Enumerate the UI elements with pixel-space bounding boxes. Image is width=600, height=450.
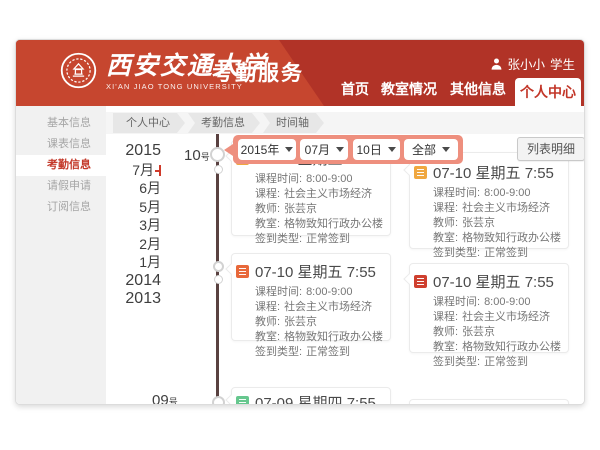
timeline-node-day10-large xyxy=(210,147,225,162)
page: 西安交通大学 XI'AN JIAO TONG UNIVERSITY 考勤服务 张… xyxy=(0,0,600,450)
card-detail-line: 签到类型:正常签到 xyxy=(255,232,382,247)
card-detail-line: 课程时间:8:00-9:00 xyxy=(433,295,560,310)
current-month-marker xyxy=(154,165,161,176)
breadcrumb-timeline[interactable]: 时间轴 xyxy=(263,113,324,133)
attendance-status-icon xyxy=(236,265,249,278)
card-date-title: 07-09 星期四 7:55 xyxy=(255,392,376,405)
timeline-month-5[interactable]: 5月 xyxy=(86,198,161,217)
chevron-down-icon xyxy=(442,147,450,156)
card-date-title: 07-10 星期五 7:55 xyxy=(255,261,376,282)
day-select[interactable]: 10日 xyxy=(353,139,400,160)
card-detail-line: 课程:社会主义市场经济 xyxy=(255,300,382,315)
app-window: 西安交通大学 XI'AN JIAO TONG UNIVERSITY 考勤服务 张… xyxy=(15,39,585,405)
card-details: 课程时间:8:00-9:00课程:社会主义市场经济教师:张芸京教室:格物致知行政… xyxy=(255,285,382,360)
service-title: 考勤服务 xyxy=(212,57,304,87)
card-header: 07-10 星期五 7:55 xyxy=(414,162,560,183)
type-select[interactable]: 全部 xyxy=(404,139,458,160)
breadcrumb: 个人中心 考勤信息 时间轴 xyxy=(106,112,585,134)
breadcrumb-personal-center[interactable]: 个人中心 xyxy=(113,113,185,133)
timeline-month-6[interactable]: 6月 xyxy=(86,179,161,198)
timeline-day-label-09: 09号 xyxy=(152,392,178,405)
chevron-down-icon xyxy=(285,147,293,156)
card-detail-line: 教师:张芸京 xyxy=(255,315,382,330)
card-detail-line: 教师:张芸京 xyxy=(255,202,382,217)
card-header: 07-10 星期五 7:55 xyxy=(236,261,382,282)
card-details: 课程时间:8:00-9:00课程:社会主义市场经济教师:张芸京教室:格物致知行政… xyxy=(433,186,560,261)
sidebar-item-basic-info[interactable]: 基本信息 xyxy=(16,113,106,134)
card-detail-line: 课程时间:8:00-9:00 xyxy=(255,172,382,187)
university-seal-icon xyxy=(60,52,97,89)
attendance-card[interactable]: 07-10 星期五 7:55 课程时间:8:00-9:00课程:社会主义市场经济… xyxy=(409,263,569,353)
timeline-year-2015[interactable]: 2015 xyxy=(86,142,161,161)
card-detail-line: 教室:格物致知行政办公楼 xyxy=(433,340,560,355)
breadcrumb-attendance-info[interactable]: 考勤信息 xyxy=(188,113,260,133)
card-detail-line: 教师:张芸京 xyxy=(433,325,560,340)
timeline-node-mid-large xyxy=(213,261,224,272)
card-date-title: 07-10 星期五 7:55 xyxy=(433,271,554,292)
timeline-month-2[interactable]: 2月 xyxy=(86,235,161,254)
card-detail-line: 教师:张芸京 xyxy=(433,216,560,231)
card-detail-line: 教室:格物致知行政办公楼 xyxy=(255,217,382,232)
card-notch xyxy=(225,394,236,405)
card-detail-line: 教室:格物致知行政办公楼 xyxy=(433,231,560,246)
card-notch xyxy=(225,263,236,274)
card-detail-line: 课程时间:8:00-9:00 xyxy=(433,186,560,201)
attendance-status-icon xyxy=(236,396,249,405)
nav-tab-personal-center[interactable]: 个人中心 xyxy=(515,78,581,106)
card-detail-line: 签到类型:正常签到 xyxy=(433,355,560,370)
attendance-status-icon xyxy=(414,166,427,179)
timeline-node-day10-small xyxy=(214,165,223,174)
user-name: 张小小 xyxy=(507,54,545,73)
month-select[interactable]: 07月 xyxy=(300,139,348,160)
timeline-year-2013[interactable]: 2013 xyxy=(86,290,161,309)
timeline-date-nav: 2015 7月 6月 5月 3月 2月 1月 2014 2013 xyxy=(86,142,161,309)
timeline-month-3[interactable]: 3月 xyxy=(86,216,161,235)
chevron-down-icon xyxy=(388,147,396,156)
card-detail-line: 签到类型:正常签到 xyxy=(255,345,382,360)
list-detail-button[interactable]: 列表明细 xyxy=(517,137,585,161)
timeline-month-7[interactable]: 7月 xyxy=(86,161,161,180)
chevron-down-icon xyxy=(336,147,344,156)
nav-item-other[interactable]: 其他信息 xyxy=(448,79,508,99)
card-details: 课程时间:8:00-9:00课程:社会主义市场经济教师:张芸京教室:格物致知行政… xyxy=(433,295,560,370)
nav-item-classroom[interactable]: 教室情况 xyxy=(379,79,439,99)
card-notch xyxy=(403,273,414,284)
user-role: 学生 xyxy=(550,54,575,73)
card-detail-line: 课程时间:8:00-9:00 xyxy=(255,285,382,300)
filter-pointer-arrow xyxy=(224,144,233,156)
timeline-node-day09 xyxy=(212,396,225,405)
timeline-month-1[interactable]: 1月 xyxy=(86,253,161,272)
attendance-card-partial[interactable] xyxy=(409,399,569,405)
timeline-year-2014[interactable]: 2014 xyxy=(86,272,161,291)
card-details: 课程时间:8:00-9:00课程:社会主义市场经济教师:张芸京教室:格物致知行政… xyxy=(255,172,382,247)
date-filter-bar: 2015年 07月 10日 全部 xyxy=(233,135,463,164)
card-notch xyxy=(403,164,414,175)
attendance-card[interactable]: 07-09 星期四 7:55 xyxy=(231,387,391,405)
card-detail-line: 签到类型:正常签到 xyxy=(433,246,560,261)
content-area: 基本信息 课表信息 考勤信息 请假申请 订阅信息 个人中心 考勤信息 时间轴 2… xyxy=(16,106,585,405)
card-detail-line: 课程:社会主义市场经济 xyxy=(433,310,560,325)
card-detail-line: 教室:格物致知行政办公楼 xyxy=(255,330,382,345)
timeline-node-mid-small xyxy=(214,275,223,284)
card-detail-line: 课程:社会主义市场经济 xyxy=(433,201,560,216)
year-select[interactable]: 2015年 xyxy=(238,139,296,160)
card-header: 07-09 星期四 7:55 xyxy=(236,392,382,405)
card-header: 07-10 星期五 7:55 xyxy=(414,271,560,292)
user-icon xyxy=(491,58,502,70)
card-date-title: 07-10 星期五 7:55 xyxy=(433,162,554,183)
timeline-day-label-10: 10号 xyxy=(184,147,210,164)
nav-item-home[interactable]: 首页 xyxy=(338,79,372,99)
attendance-card[interactable]: 07-10 星期五 7:55 课程时间:8:00-9:00课程:社会主义市场经济… xyxy=(231,253,391,341)
attendance-status-icon xyxy=(414,275,427,288)
user-info[interactable]: 张小小 学生 xyxy=(491,54,575,73)
card-detail-line: 课程:社会主义市场经济 xyxy=(255,187,382,202)
attendance-card[interactable]: 07-10 星期五 7:55 课程时间:8:00-9:00课程:社会主义市场经济… xyxy=(409,152,569,249)
app-header: 西安交通大学 XI'AN JIAO TONG UNIVERSITY 考勤服务 张… xyxy=(16,40,584,106)
